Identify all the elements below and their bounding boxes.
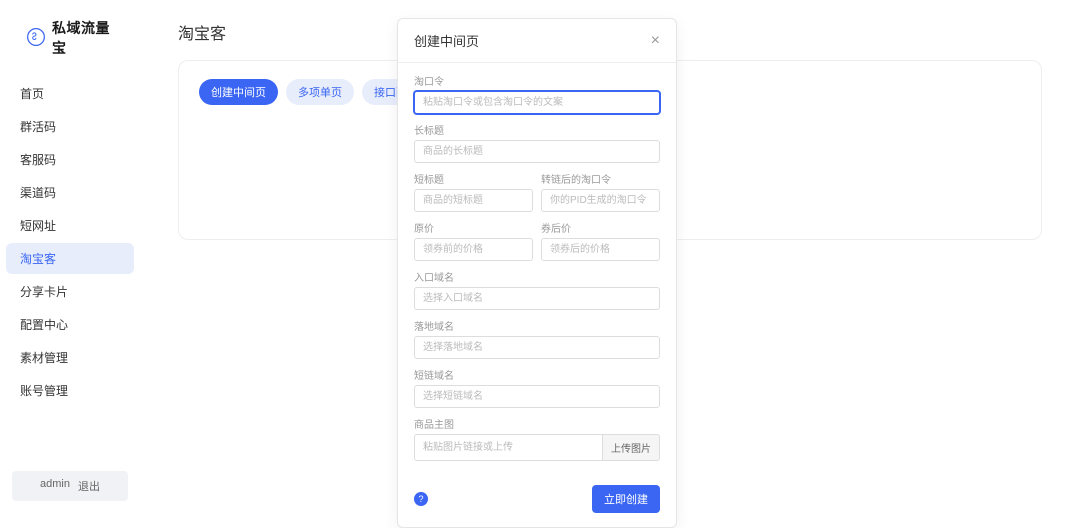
upload-image-button[interactable]: 上传图片 [603, 434, 660, 461]
nav-home[interactable]: 首页 [6, 78, 134, 109]
label-main-image: 商品主图 [414, 416, 660, 431]
label-coupon-price: 券后价 [541, 220, 660, 235]
input-main-image[interactable] [414, 434, 603, 461]
modal-title: 创建中间页 [414, 31, 479, 50]
label-landing-domain: 落地域名 [414, 318, 660, 333]
close-icon[interactable]: × [651, 33, 660, 49]
phone-icon [26, 27, 46, 50]
select-short-domain[interactable] [414, 385, 660, 408]
label-entry-domain: 入口域名 [414, 269, 660, 284]
label-long-title: 长标题 [414, 122, 660, 137]
brand-name: 私域流量宝 [52, 18, 124, 58]
nav-group-code[interactable]: 群活码 [6, 111, 134, 142]
user-bar: admin 退出 [12, 471, 128, 501]
tab-create-middle[interactable]: 创建中间页 [199, 79, 278, 105]
tab-multi-item[interactable]: 多项单页 [286, 79, 354, 105]
input-long-title[interactable] [414, 140, 660, 163]
label-orig-price: 原价 [414, 220, 533, 235]
input-coupon-price[interactable] [541, 238, 660, 261]
input-converted-tkl[interactable] [541, 189, 660, 212]
nav-material[interactable]: 素材管理 [6, 342, 134, 373]
nav-share-card[interactable]: 分享卡片 [6, 276, 134, 307]
input-taokouling[interactable] [414, 91, 660, 114]
sidebar-nav: 首页 群活码 客服码 渠道码 短网址 淘宝客 分享卡片 配置中心 素材管理 账号… [0, 78, 140, 406]
input-orig-price[interactable] [414, 238, 533, 261]
label-taokouling: 淘口令 [414, 73, 660, 88]
label-short-title: 短标题 [414, 171, 533, 186]
username: admin [40, 478, 70, 494]
input-short-title[interactable] [414, 189, 533, 212]
help-icon[interactable]: ? [414, 492, 428, 506]
nav-short-url[interactable]: 短网址 [6, 210, 134, 241]
nav-channel-code[interactable]: 渠道码 [6, 177, 134, 208]
nav-account[interactable]: 账号管理 [6, 375, 134, 406]
logout-link[interactable]: 退出 [78, 478, 100, 494]
nav-config[interactable]: 配置中心 [6, 309, 134, 340]
select-entry-domain[interactable] [414, 287, 660, 310]
submit-button[interactable]: 立即创建 [592, 485, 660, 513]
nav-taobaoke[interactable]: 淘宝客 [6, 243, 134, 274]
label-short-domain: 短链域名 [414, 367, 660, 382]
label-converted-tkl: 转链后的淘口令 [541, 171, 660, 186]
nav-service-code[interactable]: 客服码 [6, 144, 134, 175]
create-modal: 创建中间页 × 淘口令 长标题 短标题 转链后的淘口令 原价 [397, 18, 677, 528]
select-landing-domain[interactable] [414, 336, 660, 359]
